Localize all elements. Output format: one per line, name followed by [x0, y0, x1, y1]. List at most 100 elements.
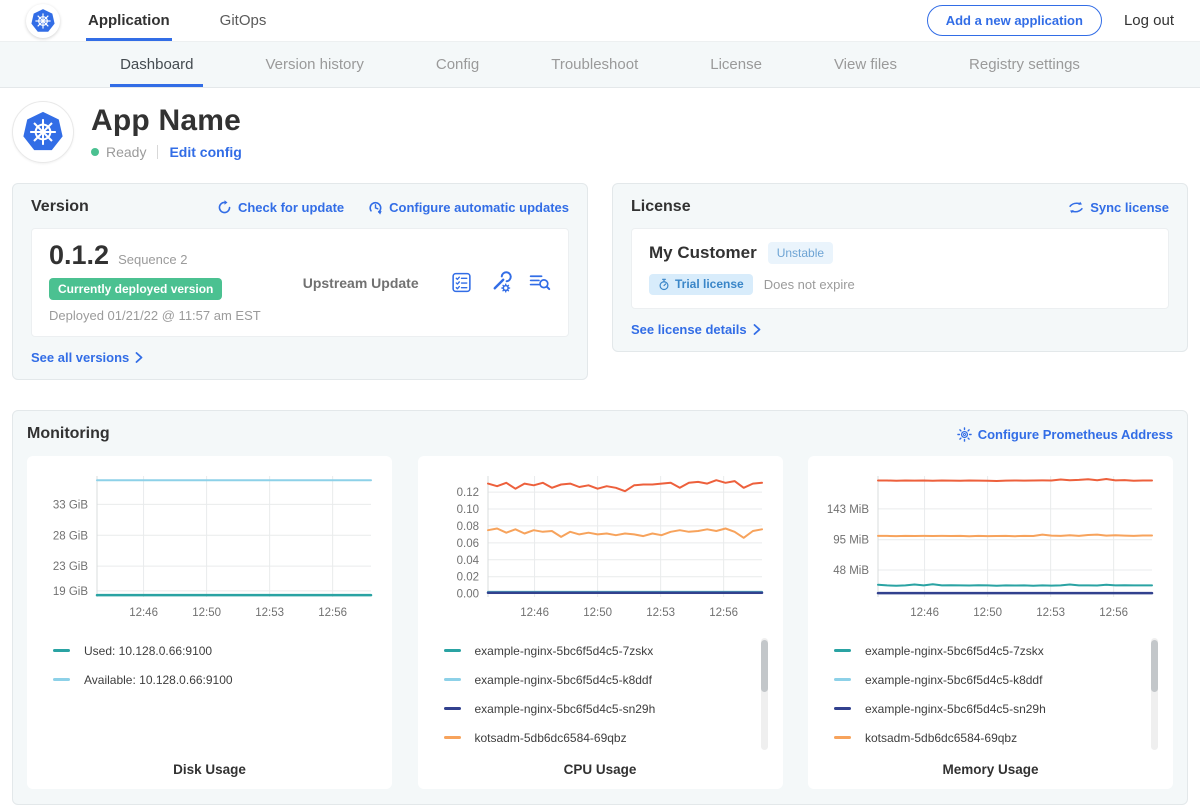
- configure-updates-link[interactable]: Configure automatic updates: [368, 200, 569, 215]
- x-tick-label: 12:56: [709, 607, 738, 619]
- tab-gitops-label: GitOps: [220, 12, 267, 29]
- add-application-button[interactable]: Add a new application: [927, 5, 1102, 36]
- see-all-versions-link[interactable]: See all versions: [31, 350, 569, 365]
- config-wrench-icon[interactable]: [489, 271, 512, 294]
- legend-label: kotsadm-5db6dc6584-69qbz: [865, 731, 1017, 745]
- legend-swatch: [444, 736, 461, 739]
- monitoring-title: Monitoring: [27, 425, 110, 443]
- see-all-versions-label: See all versions: [31, 350, 129, 365]
- legend-swatch: [444, 678, 461, 681]
- chart-title: Disk Usage: [41, 762, 378, 777]
- legend-label: example-nginx-5bc6f5d4c5-sn29h: [475, 702, 656, 716]
- subnav-dashboard[interactable]: Dashboard: [110, 42, 203, 87]
- legend-label: example-nginx-5bc6f5d4c5-7zskx: [865, 644, 1044, 658]
- y-tick-label: 28 GiB: [53, 530, 88, 542]
- y-tick-label: 23 GiB: [53, 561, 88, 573]
- legend-item: example-nginx-5bc6f5d4c5-sn29h: [834, 694, 1159, 723]
- license-expiry: Does not expire: [764, 277, 855, 292]
- legend-swatch: [53, 678, 70, 681]
- top-nav: Application GitOps Add a new application…: [0, 0, 1200, 42]
- chart-title: Memory Usage: [822, 762, 1159, 777]
- tab-application[interactable]: Application: [86, 0, 172, 41]
- legend-scrollbar-thumb[interactable]: [761, 640, 768, 692]
- version-sequence: Sequence 2: [118, 252, 187, 267]
- chart-line: [488, 529, 762, 538]
- cpu-usage-plot: 12:4612:5012:5312:560.120.100.080.060.04…: [432, 470, 769, 622]
- license-card-title: License: [631, 198, 691, 216]
- edit-config-link[interactable]: Edit config: [169, 144, 241, 160]
- legend-scrollbar[interactable]: [1151, 638, 1158, 750]
- legend-swatch: [53, 649, 70, 652]
- app-sub-nav: Dashboard Version history Config Trouble…: [0, 42, 1200, 88]
- license-card: License Sync license My Customer Unstabl…: [612, 183, 1188, 352]
- subnav-troubleshoot[interactable]: Troubleshoot: [541, 42, 648, 87]
- chart-line: [878, 479, 1152, 481]
- configure-updates-label: Configure automatic updates: [389, 200, 569, 215]
- subnav-license[interactable]: License: [700, 42, 772, 87]
- see-license-details-link[interactable]: See license details: [631, 322, 1169, 337]
- y-tick-label: 19 GiB: [53, 586, 88, 598]
- version-card: Version Check for update Configure au: [12, 183, 588, 380]
- legend-scrollbar[interactable]: [761, 638, 768, 750]
- legend-label: example-nginx-5bc6f5d4c5-sn29h: [865, 702, 1046, 716]
- kubernetes-logo[interactable]: [26, 0, 60, 41]
- view-logs-icon[interactable]: [528, 271, 551, 294]
- x-tick-label: 12:46: [520, 607, 549, 619]
- disk-usage-legend: Used: 10.128.0.66:9100Available: 10.128.…: [41, 636, 378, 754]
- legend-item: kotsadm-5db6dc6584-69qbz: [444, 723, 769, 752]
- legend-swatch: [444, 707, 461, 710]
- stopwatch-icon: [658, 278, 670, 291]
- memory-usage-legend: example-nginx-5bc6f5d4c5-7zskx example-ng…: [822, 636, 1159, 754]
- logout-link[interactable]: Log out: [1124, 12, 1174, 29]
- tab-application-label: Application: [88, 12, 170, 29]
- subnav-view-files[interactable]: View files: [824, 42, 907, 87]
- legend-item: example-nginx-5bc6f5d4c5-7zskx: [834, 636, 1159, 665]
- update-type-label: Upstream Update: [303, 275, 419, 291]
- cpu-usage-legend: example-nginx-5bc6f5d4c5-7zskx example-ng…: [432, 636, 769, 754]
- legend-item: example-nginx-5bc6f5d4c5-7zskx: [444, 636, 769, 665]
- legend-swatch: [444, 649, 461, 652]
- sync-license-link[interactable]: Sync license: [1068, 200, 1169, 215]
- sync-license-label: Sync license: [1090, 200, 1169, 215]
- x-tick-label: 12:53: [1036, 607, 1065, 619]
- legend-scrollbar-thumb[interactable]: [1151, 640, 1158, 692]
- y-tick-label: 0.00: [456, 589, 478, 601]
- gear-icon: [957, 427, 972, 442]
- x-tick-label: 12:46: [129, 607, 158, 619]
- chart-line: [878, 584, 1152, 585]
- y-tick-label: 48 MiB: [833, 565, 869, 577]
- preflight-checks-icon[interactable]: [450, 271, 473, 294]
- check-for-update-link[interactable]: Check for update: [217, 200, 344, 215]
- x-tick-label: 12:46: [910, 607, 939, 619]
- subnav-config[interactable]: Config: [426, 42, 489, 87]
- legend-label: kotsadm-5db6dc6584-69qbz: [475, 731, 627, 745]
- subnav-registry-settings[interactable]: Registry settings: [959, 42, 1090, 87]
- status-dot: [91, 148, 99, 156]
- version-number: 0.1.2: [49, 242, 109, 269]
- legend-label: example-nginx-5bc6f5d4c5-k8ddf: [475, 673, 652, 687]
- legend-swatch: [834, 678, 851, 681]
- subnav-version-history[interactable]: Version history: [255, 42, 373, 87]
- x-tick-label: 12:50: [973, 607, 1002, 619]
- y-tick-label: 0.08: [456, 521, 478, 533]
- y-tick-label: 0.06: [456, 538, 478, 550]
- deployed-badge: Currently deployed version: [49, 278, 222, 300]
- configure-prometheus-link[interactable]: Configure Prometheus Address: [957, 427, 1173, 442]
- tab-gitops[interactable]: GitOps: [218, 0, 269, 41]
- channel-badge: Unstable: [768, 242, 833, 264]
- y-tick-label: 0.10: [456, 504, 478, 516]
- legend-label: example-nginx-5bc6f5d4c5-k8ddf: [865, 673, 1042, 687]
- version-card-title: Version: [31, 198, 89, 216]
- chart-title: CPU Usage: [432, 762, 769, 777]
- legend-swatch: [834, 736, 851, 739]
- chevron-right-icon: [753, 324, 761, 335]
- divider: [157, 145, 158, 159]
- page-title: App Name: [91, 104, 242, 137]
- status-badge: Ready: [106, 144, 146, 160]
- y-tick-label: 0.12: [456, 487, 478, 499]
- legend-swatch: [834, 707, 851, 710]
- legend-item: example-nginx-5bc6f5d4c5-k8ddf: [834, 665, 1159, 694]
- legend-swatch: [834, 649, 851, 652]
- x-tick-label: 12:56: [318, 607, 347, 619]
- x-tick-label: 12:50: [192, 607, 221, 619]
